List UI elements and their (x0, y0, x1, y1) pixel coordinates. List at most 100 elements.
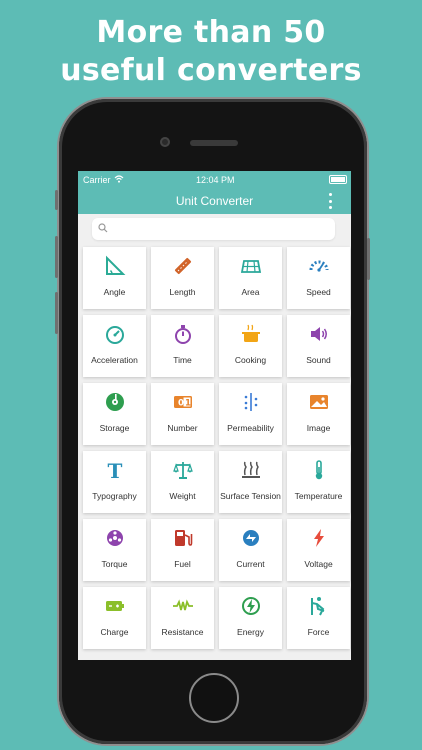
more-menu-button[interactable] (326, 192, 334, 210)
converter-tile-force[interactable]: Force (287, 587, 350, 649)
dot-3 (328, 206, 332, 209)
lightning-icon (308, 527, 330, 549)
converter-tile-label: Image (306, 423, 331, 433)
converter-tile-label: Permeability (227, 423, 274, 433)
converter-tile-label: Typography (92, 491, 137, 501)
converter-tile-cooking[interactable]: Cooking (219, 315, 282, 377)
home-button[interactable] (189, 673, 239, 723)
permeability-icon (240, 391, 262, 413)
converter-tile-angle[interactable]: Angle (83, 247, 146, 309)
headline-line-1: More than 50 (96, 15, 326, 50)
converter-tile-length[interactable]: Length (151, 247, 214, 309)
image-icon (308, 391, 330, 413)
status-bar: Carrier 12:04 PM (78, 171, 351, 188)
converter-tile-label: Speed (306, 287, 331, 297)
converter-grid: Angle Length Area Speed Acceleration Time Cook… (83, 247, 351, 649)
converter-tile-temperature[interactable]: Temperature (287, 451, 350, 513)
search-icon (98, 220, 108, 238)
ruler-icon (172, 255, 194, 277)
speaker-icon (308, 323, 330, 345)
converter-tile-label: Weight (169, 491, 196, 501)
carrier-label: Carrier (83, 174, 111, 185)
current-icon (240, 527, 262, 549)
search-field[interactable] (92, 218, 335, 240)
converter-tile-storage[interactable]: Storage (83, 383, 146, 445)
nav-bar: Unit Converter (78, 188, 351, 214)
resistor-icon (172, 595, 194, 617)
headline-line-2: useful converters (60, 53, 362, 88)
phone-volume-down (55, 292, 58, 334)
converter-tile-current[interactable]: Current (219, 519, 282, 581)
thermometer-icon (308, 459, 330, 481)
torque-icon (104, 527, 126, 549)
converter-tile-sound[interactable]: Sound (287, 315, 350, 377)
converter-tile-speed[interactable]: Speed (287, 247, 350, 309)
speedometer-icon (308, 255, 330, 277)
converter-tile-label: Number (167, 423, 198, 433)
converter-tile-label: Resistance (161, 627, 204, 637)
svg-text:1: 1 (185, 399, 191, 409)
converter-tile-label: Acceleration (91, 355, 138, 365)
app-screen: Carrier 12:04 PM Unit Converter Angle Len… (78, 171, 351, 660)
dot-2 (328, 199, 332, 203)
converter-tile-fuel[interactable]: Fuel (151, 519, 214, 581)
converter-tile-label: Torque (101, 559, 128, 569)
converter-tile-surface-tension[interactable]: Surface Tension (219, 451, 282, 513)
converter-tile-label: Cooking (234, 355, 267, 365)
converter-tile-acceleration[interactable]: Acceleration (83, 315, 146, 377)
fuel-pump-icon (172, 527, 194, 549)
converter-tile-number[interactable]: 0 1 Number (151, 383, 214, 445)
svg-text:0: 0 (178, 399, 184, 409)
dot-1 (328, 193, 332, 196)
converter-tile-label: Area (241, 287, 260, 297)
number-icon: 01 (172, 391, 194, 413)
page-title: Unit Converter (175, 194, 254, 208)
converter-tile-charge[interactable]: Charge (83, 587, 146, 649)
converter-tile-area[interactable]: Area (219, 247, 282, 309)
converter-tile-permeability[interactable]: Permeability (219, 383, 282, 445)
angle-icon (104, 255, 126, 277)
earpiece-speaker (190, 140, 238, 146)
converter-tile-label: Current (236, 559, 265, 569)
converter-tile-weight[interactable]: Weight (151, 451, 214, 513)
converter-tile-label: Surface Tension (220, 491, 281, 501)
gauge-icon (104, 323, 126, 345)
typography-icon: T (104, 459, 126, 481)
phone-volume-up (55, 236, 58, 278)
converter-tile-torque[interactable]: Torque (83, 519, 146, 581)
disk-icon (104, 391, 126, 413)
surface-tension-icon (240, 459, 262, 481)
converter-tile-label: Sound (306, 355, 331, 365)
converter-tile-resistance[interactable]: Resistance (151, 587, 214, 649)
stopwatch-icon (172, 323, 194, 345)
converter-tile-label: Energy (237, 627, 264, 637)
converter-tile-label: Voltage (304, 559, 333, 569)
force-icon (308, 595, 330, 617)
svg-text:T: T (107, 459, 122, 481)
converter-tile-label: Charge (100, 627, 129, 637)
converter-tile-label: Angle (103, 287, 126, 297)
area-icon (240, 255, 262, 277)
converter-tile-label: Temperature (294, 491, 343, 501)
converter-tile-time[interactable]: Time (151, 315, 214, 377)
converter-tile-label: Storage (99, 423, 130, 433)
converter-tile-label: Force (307, 627, 330, 637)
converter-tile-typography[interactable]: T Typography (83, 451, 146, 513)
status-time: 12:04 PM (196, 174, 235, 185)
converter-tile-energy[interactable]: Energy (219, 587, 282, 649)
converter-tile-image[interactable]: Image (287, 383, 350, 445)
converter-tile-label: Length (169, 287, 196, 297)
converter-tile-label: Fuel (174, 559, 191, 569)
search-input[interactable] (112, 222, 316, 236)
phone-silent-switch (55, 190, 58, 210)
scale-icon (172, 459, 194, 481)
battery-icon (329, 175, 347, 184)
converter-tile-label: Time (173, 355, 192, 365)
energy-icon (240, 595, 262, 617)
front-camera (160, 137, 170, 147)
wifi-icon (114, 174, 124, 185)
cooking-pot-icon (240, 323, 262, 345)
battery-charge-icon (104, 595, 126, 617)
converter-tile-voltage[interactable]: Voltage (287, 519, 350, 581)
promo-headline: More than 50 useful converters (0, 14, 422, 90)
